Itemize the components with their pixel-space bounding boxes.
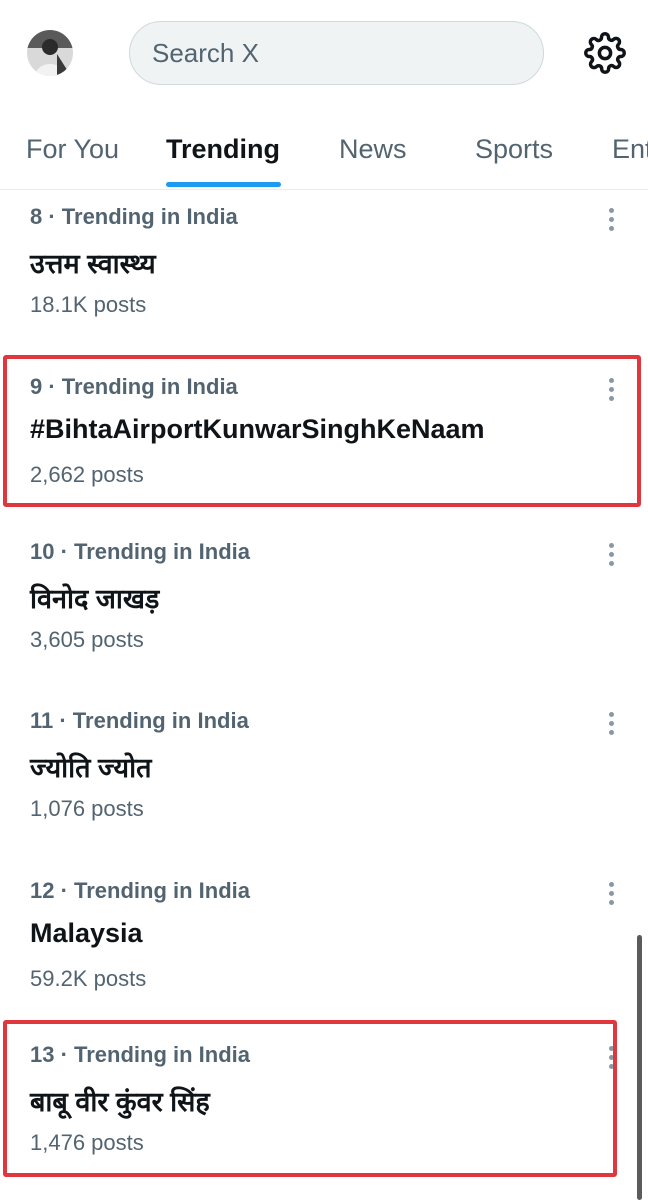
trend-meta: 11 · Trending in India xyxy=(30,708,249,733)
trend-item[interactable]: 8 · Trending in India उत्तम स्वास्थ्य 18… xyxy=(0,190,648,355)
trend-item[interactable]: 11 · Trending in India ज्योति ज्योत 1,07… xyxy=(0,694,648,859)
tab-news[interactable]: News xyxy=(339,110,407,189)
more-vertical-icon[interactable] xyxy=(604,541,620,569)
trend-item[interactable]: 12 · Trending in India Malaysia 59.2K po… xyxy=(0,864,648,1029)
more-vertical-icon[interactable] xyxy=(604,710,620,738)
highlight-box xyxy=(3,1020,617,1177)
trend-post-count: 18.1K posts xyxy=(30,292,147,317)
active-tab-indicator xyxy=(166,182,281,187)
gear-icon[interactable] xyxy=(584,32,626,74)
highlight-box xyxy=(3,355,641,507)
tab-sports[interactable]: Sports xyxy=(475,110,553,189)
trend-name: उत्तम स्वास्थ्य xyxy=(30,249,156,279)
trend-meta: 10 · Trending in India xyxy=(30,539,251,564)
more-vertical-icon[interactable] xyxy=(604,206,620,234)
tab-trending[interactable]: Trending xyxy=(166,110,280,189)
trend-meta: 12 · Trending in India xyxy=(30,878,251,903)
trend-name: ज्योति ज्योत xyxy=(30,753,152,783)
trend-post-count: 3,605 posts xyxy=(30,627,144,652)
explore-tabs: For You Trending News Sports Ent xyxy=(0,110,648,190)
trend-meta: 8 · Trending in India xyxy=(30,204,238,229)
tab-entertainment[interactable]: Ent xyxy=(612,110,648,189)
more-vertical-icon[interactable] xyxy=(604,880,620,908)
tab-for-you[interactable]: For You xyxy=(26,110,119,189)
top-bar: Search X xyxy=(0,0,648,110)
trend-item[interactable]: 10 · Trending in India विनोद जाखड़ 3,605… xyxy=(0,525,648,690)
scrollbar[interactable] xyxy=(637,935,642,1200)
search-input[interactable]: Search X xyxy=(129,21,544,85)
search-placeholder: Search X xyxy=(152,37,259,68)
trend-name: Malaysia xyxy=(30,918,143,948)
trend-name: विनोद जाखड़ xyxy=(30,584,160,614)
avatar[interactable] xyxy=(27,30,73,76)
trend-post-count: 59.2K posts xyxy=(30,966,147,991)
trend-post-count: 1,076 posts xyxy=(30,796,144,821)
